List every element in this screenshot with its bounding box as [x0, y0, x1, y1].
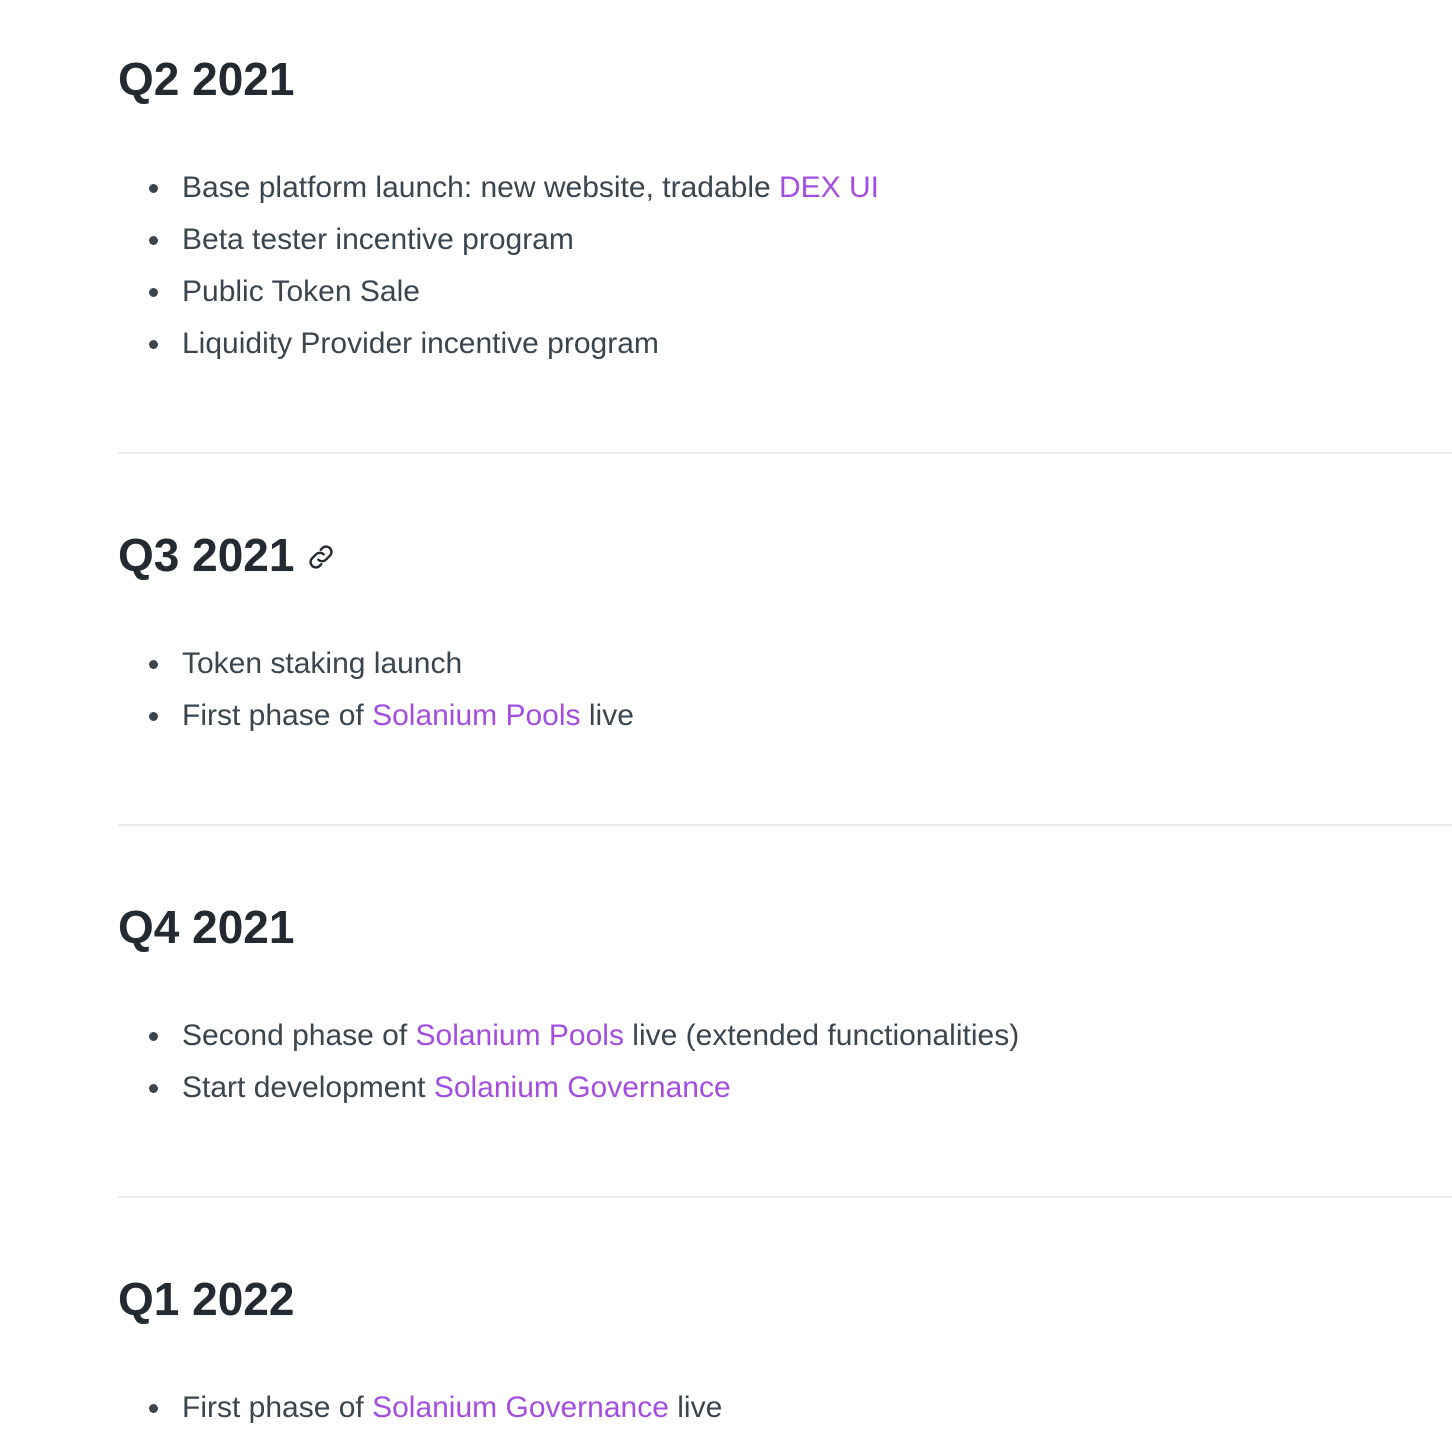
- list-item: Base platform launch: new website, trada…: [118, 162, 879, 214]
- section-heading: Q4 2021: [118, 902, 1452, 952]
- section-divider: [118, 824, 1452, 826]
- list-item-text: live (extended functionalities): [623, 1019, 1020, 1052]
- list-item-text: Start development: [182, 1071, 434, 1104]
- list-item-text: First phase of: [182, 699, 373, 732]
- solanium-governance-link[interactable]: Solanium Governance: [372, 1391, 669, 1424]
- section-heading-text: Q3 2021: [118, 529, 295, 581]
- bullet: [149, 1032, 158, 1041]
- list-item-text: live: [668, 1391, 723, 1424]
- link-icon[interactable]: [304, 540, 338, 574]
- bullet: [149, 340, 158, 349]
- solanium-pools-link[interactable]: Solanium Pools: [416, 1019, 624, 1052]
- section-heading: Q3 2021: [118, 530, 1452, 580]
- list-item-text: Base platform launch: new website, trada…: [182, 171, 779, 204]
- list-item-text: Second phase of: [182, 1019, 416, 1052]
- list-item: Liquidity Provider incentive program: [118, 318, 879, 370]
- list-item-text: Liquidity Provider incentive program: [182, 327, 659, 360]
- solanium-pools-link[interactable]: Solanium Pools: [372, 699, 580, 732]
- roadmap-section-q2-2021: Q2 2021 Base platform launch: new websit…: [118, 54, 1452, 360]
- section-heading-text: Q1 2022: [118, 1273, 295, 1325]
- list-item-text: Beta tester incentive program: [182, 223, 574, 256]
- section-heading-text: Q2 2021: [118, 53, 295, 105]
- section-divider: [118, 452, 1452, 454]
- dex-ui-link[interactable]: DEX UI: [779, 171, 879, 204]
- section-list: Base platform launch: new website, trada…: [118, 162, 879, 370]
- section-heading: Q1 2022: [118, 1274, 1452, 1324]
- list-item-text: live: [580, 699, 634, 732]
- bullet: [149, 1404, 158, 1413]
- list-item: Second phase of Solanium Pools live (ext…: [118, 1010, 1019, 1062]
- list-item: First phase of Solanium Governance live: [118, 1382, 722, 1434]
- list-item: Start development Solanium Governance: [118, 1062, 1019, 1114]
- roadmap-section-q1-2022: Q1 2022 First phase of Solanium Governan…: [118, 1274, 1452, 1424]
- list-item: Public Token Sale: [118, 266, 879, 318]
- bullet: [149, 660, 158, 669]
- list-item-text: Token staking launch: [182, 647, 463, 680]
- list-item: Beta tester incentive program: [118, 214, 879, 266]
- section-list: Token staking launch First phase of Sola…: [118, 638, 634, 742]
- list-item: Token staking launch: [118, 638, 634, 690]
- list-item-text: First phase of: [182, 1391, 373, 1424]
- bullet: [149, 236, 158, 245]
- section-list: Second phase of Solanium Pools live (ext…: [118, 1010, 1019, 1114]
- list-item-text: Public Token Sale: [182, 275, 420, 308]
- bullet: [149, 288, 158, 297]
- list-item: First phase of Solanium Pools live: [118, 690, 634, 742]
- roadmap-section-q3-2021: Q3 2021 Token staking launch First phase…: [118, 530, 1452, 732]
- section-divider: [118, 1196, 1452, 1198]
- bullet: [149, 184, 158, 193]
- solanium-governance-link[interactable]: Solanium Governance: [434, 1071, 731, 1104]
- section-heading: Q2 2021: [118, 54, 1452, 104]
- roadmap-section-q4-2021: Q4 2021 Second phase of Solanium Pools l…: [118, 902, 1452, 1104]
- section-list: First phase of Solanium Governance live: [118, 1382, 722, 1434]
- bullet: [149, 1084, 158, 1093]
- section-heading-text: Q4 2021: [118, 901, 295, 953]
- bullet: [149, 712, 158, 721]
